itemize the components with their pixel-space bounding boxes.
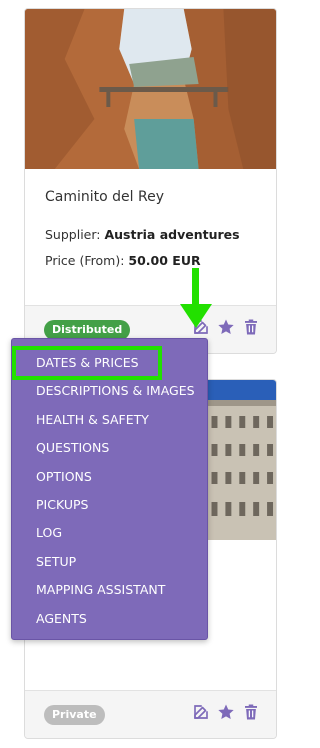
price-label: Price (From): [45,253,125,268]
price-value: 50.00 EUR [128,253,201,268]
product-title[interactable]: Caminito del Rey [45,189,256,209]
edit-dropdown-menu: DATES & PRICES DESCRIPTIONS & IMAGES HEA… [11,338,208,640]
star-icon[interactable] [217,318,235,336]
supplier-label: Supplier: [45,227,101,242]
menu-item-mapping-assistant[interactable]: MAPPING ASSISTANT [12,576,207,604]
menu-item-options[interactable]: OPTIONS [12,463,207,491]
menu-item-descriptions-images[interactable]: DESCRIPTIONS & IMAGES [12,377,207,405]
menu-item-health-safety[interactable]: HEALTH & SAFETY [12,406,207,434]
card-footer: Private [25,690,276,738]
status-badge: Private [44,705,105,725]
edit-icon[interactable] [192,703,210,721]
status-badge: Distributed [44,320,131,340]
price-row: Price (From): 50.00 EUR [45,253,256,271]
product-image[interactable] [25,9,276,169]
trash-icon[interactable] [242,703,260,721]
star-icon[interactable] [217,703,235,721]
menu-item-questions[interactable]: QUESTIONS [12,434,207,462]
menu-item-setup[interactable]: SETUP [12,548,207,576]
trash-icon[interactable] [242,318,260,336]
supplier-value: Austria adventures [104,227,240,242]
menu-item-pickups[interactable]: PICKUPS [12,491,207,519]
menu-item-agents[interactable]: AGENTS [12,605,207,633]
menu-item-dates-prices[interactable]: DATES & PRICES [12,345,162,381]
supplier-row: Supplier: Austria adventures [45,227,256,245]
menu-item-log[interactable]: LOG [12,519,207,547]
annotation-arrow-icon [180,268,212,328]
product-card: Caminito del Rey Supplier: Austria adven… [24,8,277,354]
